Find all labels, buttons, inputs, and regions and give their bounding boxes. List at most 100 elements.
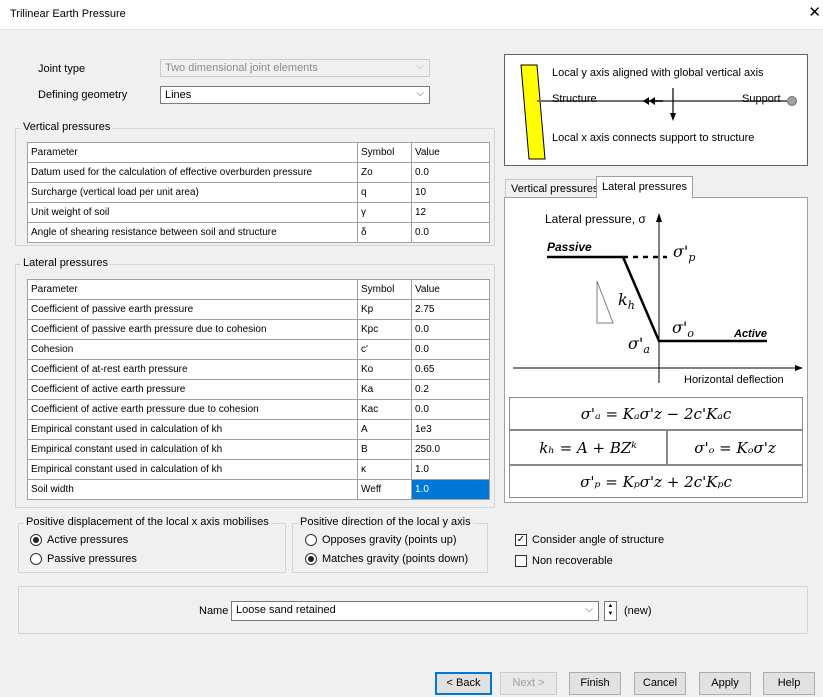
symbol-cell: q bbox=[357, 182, 412, 203]
apply-button[interactable]: Apply bbox=[699, 672, 751, 695]
vertical-pressures-table: Parameter Symbol Value Datum used for th… bbox=[27, 142, 490, 243]
symbol-cell: Ko bbox=[357, 359, 412, 380]
x-arrow-head-1 bbox=[643, 97, 649, 105]
radio-button[interactable] bbox=[30, 553, 42, 565]
axes-top-text: Local y axis aligned with global vertica… bbox=[552, 67, 764, 79]
spin-down-icon[interactable]: ▼ bbox=[605, 610, 616, 618]
name-combo[interactable]: Loose sand retained ⌵ bbox=[231, 601, 599, 621]
cancel-button[interactable]: Cancel bbox=[634, 672, 686, 695]
direction-group-label: Positive direction of the local y axis bbox=[298, 516, 473, 528]
param-cell: Coefficient of passive earth pressure du… bbox=[27, 319, 358, 340]
column-header: Parameter bbox=[27, 142, 358, 163]
column-header: Value bbox=[411, 142, 490, 163]
table-header-row: Parameter Symbol Value bbox=[27, 279, 490, 300]
radio-button[interactable] bbox=[305, 553, 317, 565]
sigma-a-label: σ'a bbox=[628, 334, 650, 357]
value-cell[interactable]: 0.0 bbox=[411, 319, 490, 340]
param-cell: Empirical constant used in calculation o… bbox=[27, 419, 358, 440]
checkbox-label: Non recoverable bbox=[532, 555, 613, 567]
formula-sigma-p: σ'ₚ = Kₚσ'z + 2c'Kₚc bbox=[509, 465, 803, 498]
symbol-cell: γ bbox=[357, 202, 412, 223]
radio-label: Passive pressures bbox=[47, 553, 137, 565]
chevron-down-icon: ⌵ bbox=[585, 604, 593, 615]
radio-label: Opposes gravity (points up) bbox=[322, 534, 457, 546]
param-cell: Datum used for the calculation of effect… bbox=[27, 162, 358, 183]
window-title: Trilinear Earth Pressure bbox=[10, 8, 126, 20]
slope-triangle bbox=[596, 280, 614, 324]
table-row: Coefficient of passive earth pressure du… bbox=[27, 319, 490, 340]
radio-button[interactable] bbox=[30, 534, 42, 546]
radio-opposes-gravity[interactable]: Opposes gravity (points up) bbox=[305, 534, 457, 546]
symbol-cell: Zo bbox=[357, 162, 412, 183]
table-row: Coefficient of passive earth pressure Kp 2… bbox=[27, 299, 490, 320]
tab-lateral-pressures[interactable]: Lateral pressures bbox=[596, 176, 693, 198]
symbol-cell: δ bbox=[357, 222, 412, 243]
y-axis-arrow bbox=[656, 213, 662, 222]
radio-label: Matches gravity (points down) bbox=[322, 553, 469, 565]
value-cell[interactable]: 2.75 bbox=[411, 299, 490, 320]
finish-button[interactable]: Finish bbox=[569, 672, 621, 695]
param-cell: Angle of shearing resistance between soi… bbox=[27, 222, 358, 243]
formula-sigma-a: σ'ₐ = Kₐσ'z − 2c'Kₐc bbox=[509, 397, 803, 430]
value-cell[interactable]: 250.0 bbox=[411, 439, 490, 460]
non-recoverable-checkbox[interactable]: Non recoverable bbox=[515, 555, 613, 567]
param-cell: Empirical constant used in calculation o… bbox=[27, 459, 358, 480]
value-cell[interactable]: 1.0 bbox=[411, 459, 490, 480]
displacement-group-label: Positive displacement of the local x axi… bbox=[24, 516, 271, 528]
table-row: Soil width Weff 1.0 bbox=[27, 479, 490, 500]
table-row: Coefficient of active earth pressure Ka 0.… bbox=[27, 379, 490, 400]
joint-type-value: Two dimensional joint elements bbox=[165, 62, 318, 74]
symbol-cell: κ bbox=[357, 459, 412, 480]
value-cell[interactable]: 0.0 bbox=[411, 222, 490, 243]
radio-matches-gravity[interactable]: Matches gravity (points down) bbox=[305, 553, 468, 565]
value-cell-selected[interactable]: 1.0 bbox=[411, 479, 490, 500]
back-button[interactable]: < Back bbox=[435, 672, 492, 695]
displacement-group bbox=[18, 523, 286, 573]
param-cell: Soil width bbox=[27, 479, 358, 500]
name-status: (new) bbox=[624, 605, 652, 617]
symbol-cell: c' bbox=[357, 339, 412, 360]
vertical-pressures-label: Vertical pressures bbox=[21, 121, 113, 133]
param-cell: Coefficient of active earth pressure due… bbox=[27, 399, 358, 420]
structure-shape bbox=[520, 64, 546, 160]
x-axis-label: Horizontal deflection bbox=[684, 374, 784, 386]
table-header-row: Parameter Symbol Value bbox=[27, 142, 490, 163]
name-value: Loose sand retained bbox=[236, 604, 336, 616]
next-button[interactable]: Next > bbox=[500, 672, 557, 695]
radio-passive-pressures[interactable]: Passive pressures bbox=[30, 553, 137, 565]
table-row: Empirical constant used in calculation o… bbox=[27, 459, 490, 480]
lateral-pressure-graph bbox=[513, 213, 803, 383]
value-cell[interactable]: 0.2 bbox=[411, 379, 490, 400]
value-cell[interactable]: 12 bbox=[411, 202, 490, 223]
close-icon[interactable]: ✕ bbox=[808, 5, 821, 21]
value-cell[interactable]: 0.0 bbox=[411, 399, 490, 420]
column-header: Value bbox=[411, 279, 490, 300]
radio-button[interactable] bbox=[305, 534, 317, 546]
consider-angle-checkbox[interactable]: ✓ Consider angle of structure bbox=[515, 534, 664, 546]
name-spinner[interactable]: ▲ ▼ bbox=[604, 601, 617, 621]
geometry-select[interactable]: Lines ⌵ bbox=[160, 86, 430, 104]
table-row: Surcharge (vertical load per unit area) q… bbox=[27, 182, 490, 203]
formula-kh: kₕ = A + BZᵏ bbox=[509, 430, 667, 465]
joint-type-select: Two dimensional joint elements ⌵ bbox=[160, 59, 430, 77]
param-cell: Surcharge (vertical load per unit area) bbox=[27, 182, 358, 203]
spin-up-icon[interactable]: ▲ bbox=[605, 602, 616, 610]
symbol-cell: Ka bbox=[357, 379, 412, 400]
value-cell[interactable]: 1e3 bbox=[411, 419, 490, 440]
radio-active-pressures[interactable]: Active pressures bbox=[30, 534, 128, 546]
value-cell[interactable]: 0.0 bbox=[411, 162, 490, 183]
structure-label: Structure bbox=[552, 93, 597, 105]
symbol-cell: Kp bbox=[357, 299, 412, 320]
value-cell[interactable]: 0.0 bbox=[411, 339, 490, 360]
support-node bbox=[787, 96, 797, 106]
help-button[interactable]: Help bbox=[763, 672, 815, 695]
kh-label: kh bbox=[618, 290, 635, 313]
checkbox-box[interactable] bbox=[515, 555, 527, 567]
value-cell[interactable]: 0.65 bbox=[411, 359, 490, 380]
param-cell: Coefficient of active earth pressure bbox=[27, 379, 358, 400]
lateral-pressures-label: Lateral pressures bbox=[21, 257, 110, 269]
value-cell[interactable]: 10 bbox=[411, 182, 490, 203]
column-header: Symbol bbox=[357, 142, 412, 163]
checkmark-icon[interactable]: ✓ bbox=[515, 534, 527, 546]
tab-vertical-pressures[interactable]: Vertical pressures bbox=[505, 179, 605, 198]
